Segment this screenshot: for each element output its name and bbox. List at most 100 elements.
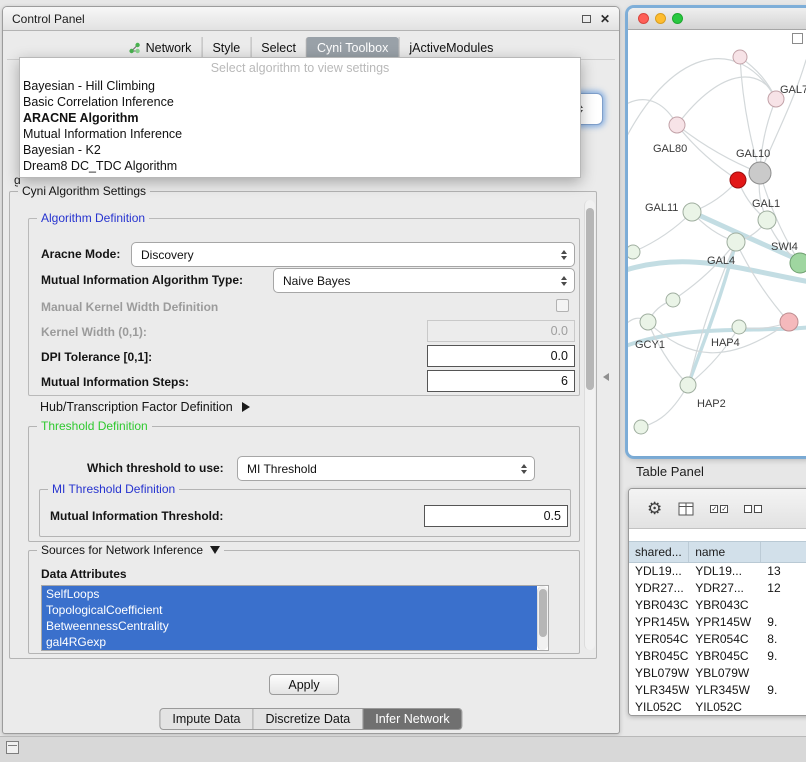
table-row[interactable]: YBR045CYBR045C9. bbox=[629, 648, 806, 665]
column-header[interactable]: shared... bbox=[629, 542, 689, 562]
mi-threshold-definition-title: MI Threshold Definition bbox=[48, 482, 179, 496]
close-icon[interactable]: ✕ bbox=[600, 13, 610, 25]
network-node[interactable] bbox=[733, 50, 747, 64]
network-node[interactable] bbox=[727, 233, 745, 251]
network-node[interactable] bbox=[634, 420, 648, 434]
network-node-label: GAL11 bbox=[645, 202, 678, 214]
select-all-checks-icon[interactable]: ✓✓ bbox=[710, 505, 728, 513]
network-node[interactable] bbox=[640, 314, 656, 330]
table-row[interactable]: YIL052CYIL052C bbox=[629, 699, 806, 715]
bottom-tab-infer-network[interactable]: Infer Network bbox=[362, 709, 461, 729]
which-threshold-select[interactable]: MI Threshold bbox=[237, 456, 535, 481]
table-row[interactable]: YER054CYER054C8. bbox=[629, 631, 806, 648]
algorithm-option[interactable]: Bayesian - Hill Climbing bbox=[20, 78, 580, 94]
table-cell: YLR345W bbox=[689, 682, 761, 699]
window-grid-icon[interactable] bbox=[6, 741, 19, 754]
panel-collapse-arrow[interactable] bbox=[603, 373, 609, 381]
algorithm-option[interactable]: ARACNE Algorithm bbox=[20, 110, 580, 126]
network-node[interactable] bbox=[628, 245, 640, 259]
network-node[interactable] bbox=[749, 162, 771, 184]
table-row[interactable]: YBL079WYBL079W bbox=[629, 665, 806, 682]
network-node[interactable] bbox=[758, 211, 776, 229]
aracne-mode-select[interactable]: Discovery bbox=[131, 242, 575, 267]
dpi-tolerance-field[interactable]: 0.0 bbox=[427, 345, 575, 367]
table-row[interactable]: YPR145WYPR145W9. bbox=[629, 614, 806, 631]
network-node[interactable] bbox=[780, 313, 798, 331]
hub-definition-section[interactable]: Hub/Transcription Factor Definition bbox=[40, 400, 250, 414]
manual-kernel-checkbox[interactable] bbox=[556, 299, 569, 312]
gear-icon[interactable]: ⚙ bbox=[647, 500, 662, 517]
tab-select[interactable]: Select bbox=[250, 37, 306, 59]
tab-jactivemodules[interactable]: jActiveModules bbox=[398, 37, 503, 59]
control-panel-titlebar[interactable]: Control Panel ✕ bbox=[3, 7, 619, 31]
canvas-checkbox[interactable] bbox=[792, 33, 803, 44]
attribute-item-selected[interactable]: TopologicalCoefficient bbox=[42, 602, 537, 618]
tab-label: Select bbox=[261, 41, 296, 55]
network-window-titlebar[interactable] bbox=[628, 8, 806, 30]
tab-label: Style bbox=[212, 41, 240, 55]
minimize-traffic-light-icon[interactable] bbox=[655, 13, 666, 24]
mi-steps-field[interactable]: 6 bbox=[427, 370, 575, 392]
column-header[interactable] bbox=[761, 542, 806, 562]
algorithm-option[interactable]: Mutual Information Inference bbox=[20, 126, 580, 142]
sources-title-text: Sources for Network Inference bbox=[41, 543, 203, 557]
table-cell: YER054C bbox=[629, 631, 689, 648]
threshold-definition-group: Threshold Definition Which threshold to … bbox=[28, 426, 580, 542]
desktop: Control Panel ✕ Network Style Select Cyni T… bbox=[0, 0, 806, 762]
apply-button[interactable]: Apply bbox=[269, 674, 339, 695]
tab-network[interactable]: Network bbox=[119, 37, 202, 59]
scrollbar-thumb[interactable] bbox=[586, 208, 594, 390]
mi-threshold-field[interactable]: 0.5 bbox=[424, 505, 568, 527]
algorithm-option[interactable]: Basic Correlation Inference bbox=[20, 94, 580, 110]
tab-cyni-toolbox[interactable]: Cyni Toolbox bbox=[306, 37, 398, 59]
network-node[interactable] bbox=[680, 377, 696, 393]
network-node[interactable] bbox=[730, 172, 746, 188]
table-cell bbox=[761, 699, 806, 715]
network-node[interactable] bbox=[669, 117, 685, 133]
scrollbar-thumb[interactable] bbox=[539, 589, 547, 637]
which-threshold-label: Which threshold to use: bbox=[87, 461, 224, 475]
algorithm-dropdown-placeholder[interactable]: Select algorithm to view settings bbox=[20, 58, 580, 78]
taskbar bbox=[0, 736, 806, 762]
algorithm-option[interactable]: Bayesian - K2 bbox=[20, 142, 580, 158]
attribute-item-selected[interactable]: BetweennessCentrality bbox=[42, 618, 537, 634]
column-header[interactable]: name bbox=[689, 542, 761, 562]
attribute-item-selected[interactable]: gal4RGexp bbox=[42, 634, 537, 650]
table-row[interactable]: YDR27...YDR27...12 bbox=[629, 580, 806, 597]
data-attributes-list[interactable]: SelfLoopsTopologicalCoefficientBetweenne… bbox=[41, 585, 549, 651]
algorithm-definition-group: Algorithm Definition Aracne Mode: Discov… bbox=[28, 218, 580, 396]
table-row[interactable]: YLR345WYLR345W9. bbox=[629, 682, 806, 699]
network-node-label: GAL1 bbox=[752, 198, 780, 210]
zoom-traffic-light-icon[interactable] bbox=[672, 13, 683, 24]
network-canvas[interactable]: GAL7GAL80GAL10GAL11GAL1SWI4GAL4GCY1HAP4H… bbox=[628, 30, 806, 455]
window-title: Control Panel bbox=[12, 12, 85, 26]
network-node-label: GAL4 bbox=[707, 255, 735, 267]
deselect-all-checks-icon[interactable] bbox=[744, 505, 762, 513]
table-toolbar: ⚙ ✓✓ bbox=[629, 489, 806, 529]
mi-steps-label: Mutual Information Steps: bbox=[41, 375, 189, 389]
bottom-tab-discretize-data[interactable]: Discretize Data bbox=[253, 709, 363, 729]
network-node-label: GAL80 bbox=[653, 143, 687, 155]
columns-icon[interactable] bbox=[678, 502, 694, 516]
attribute-item-selected[interactable]: SelfLoops bbox=[42, 586, 537, 602]
network-node-label: GAL10 bbox=[736, 148, 770, 160]
float-window-icon[interactable] bbox=[582, 15, 591, 23]
network-node[interactable] bbox=[666, 293, 680, 307]
tab-style[interactable]: Style bbox=[201, 37, 250, 59]
algorithm-option[interactable]: Dream8 DC_TDC Algorithm bbox=[20, 158, 580, 174]
mi-type-select[interactable]: Naive Bayes bbox=[273, 268, 575, 293]
table-row[interactable]: YBR043CYBR043C bbox=[629, 597, 806, 614]
network-node[interactable] bbox=[790, 253, 806, 273]
table-header: shared...name bbox=[629, 541, 806, 563]
close-traffic-light-icon[interactable] bbox=[638, 13, 649, 24]
bottom-tab-impute-data[interactable]: Impute Data bbox=[160, 709, 252, 729]
attribute-list-scrollbar[interactable] bbox=[537, 586, 548, 650]
table-row[interactable]: YDL19...YDL19...13 bbox=[629, 563, 806, 580]
settings-scrollbar[interactable] bbox=[584, 200, 595, 650]
table-cell: YBR043C bbox=[689, 597, 761, 614]
sources-title[interactable]: Sources for Network Inference bbox=[37, 543, 224, 557]
network-node[interactable] bbox=[732, 320, 746, 334]
bottom-tab-bar: Impute DataDiscretize DataInfer Network bbox=[159, 708, 462, 730]
table-cell: YER054C bbox=[689, 631, 761, 648]
network-node[interactable] bbox=[683, 203, 701, 221]
